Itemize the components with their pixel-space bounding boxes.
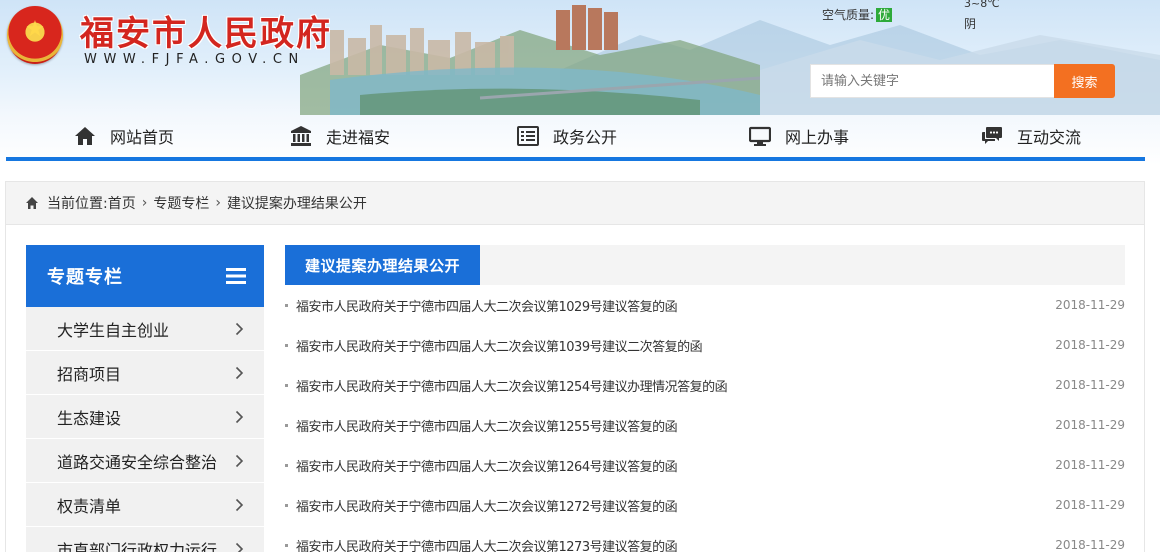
- article-date: 2018-11-29: [1055, 338, 1125, 352]
- sidebar-title: 专题专栏: [47, 267, 123, 288]
- nav-item-label: 互动交流: [1017, 128, 1082, 147]
- national-emblem-icon: [7, 6, 63, 64]
- breadcrumb: 当前位置: 首页 › 专题专栏 › 建议提案办理结果公开: [6, 182, 1144, 225]
- monitor-icon: [749, 126, 771, 146]
- sidebar-item-label: 市直部门行政权力运行: [57, 540, 218, 552]
- list-icon: [517, 126, 539, 146]
- nav-item-online-service[interactable]: 网上办事: [749, 121, 849, 151]
- bullet-icon: [285, 424, 288, 427]
- breadcrumb-separator-icon: ›: [215, 195, 221, 211]
- search-input[interactable]: [810, 64, 1055, 98]
- chevron-right-icon: [235, 322, 244, 335]
- menu-icon[interactable]: [226, 268, 246, 284]
- article-title-link[interactable]: 福安市人民政府关于宁德市四届人大二次会议第1255号建议答复的函: [296, 416, 678, 435]
- weather-description: 阴: [964, 17, 977, 31]
- nav-item-label: 网上办事: [785, 128, 850, 147]
- nav-item-label: 走进福安: [326, 128, 391, 147]
- article-date: 2018-11-29: [1055, 538, 1125, 552]
- nav-underline-bar: [6, 157, 1145, 161]
- bullet-icon: [285, 344, 288, 347]
- nav-item-interaction[interactable]: 互动交流: [981, 121, 1081, 151]
- breadcrumb-prefix: 当前位置:: [47, 196, 108, 212]
- chevron-right-icon: [235, 542, 244, 552]
- article-title-link[interactable]: 福安市人民政府关于宁德市四届人大二次会议第1039号建议二次答复的函: [296, 336, 703, 355]
- article-date: 2018-11-29: [1055, 458, 1125, 472]
- article-date: 2018-11-29: [1055, 498, 1125, 512]
- bullet-icon: [285, 464, 288, 467]
- sidebar-item-admin-power[interactable]: 市直部门行政权力运行: [26, 527, 264, 552]
- article-date: 2018-11-29: [1055, 378, 1125, 392]
- list-item[interactable]: 福安市人民政府关于宁德市四届人大二次会议第1254号建议办理情况答复的函 201…: [285, 365, 1125, 405]
- air-quality: 空气质量: 优: [822, 6, 893, 23]
- sidebar-item-investment[interactable]: 招商项目: [26, 351, 264, 395]
- list-item[interactable]: 福安市人民政府关于宁德市四届人大二次会议第1029号建议答复的函 2018-11…: [285, 285, 1125, 325]
- nav-item-about[interactable]: 走进福安: [290, 121, 390, 151]
- sidebar: 专题专栏 大学生自主创业 招商项目 生态建设 道路交通安全综合整治 权责清单 市…: [26, 245, 264, 552]
- sidebar-item-label: 招商项目: [57, 364, 122, 384]
- air-quality-level: 优: [876, 8, 893, 22]
- list-item[interactable]: 福安市人民政府关于宁德市四届人大二次会议第1255号建议答复的函 2018-11…: [285, 405, 1125, 445]
- list-item[interactable]: 福安市人民政府关于宁德市四届人大二次会议第1273号建议答复的函 2018-11…: [285, 525, 1125, 552]
- list-item[interactable]: 福安市人民政府关于宁德市四届人大二次会议第1264号建议答复的函 2018-11…: [285, 445, 1125, 485]
- content-header: 建议提案办理结果公开: [285, 245, 1125, 285]
- bullet-icon: [285, 384, 288, 387]
- breadcrumb-link-home[interactable]: 首页: [108, 193, 136, 213]
- nav-item-gov-affairs[interactable]: 政务公开: [517, 121, 617, 151]
- article-date: 2018-11-29: [1055, 298, 1125, 312]
- home-icon: [26, 197, 38, 209]
- chevron-right-icon: [235, 498, 244, 511]
- article-title-link[interactable]: 福安市人民政府关于宁德市四届人大二次会议第1029号建议答复的函: [296, 296, 678, 315]
- bank-icon: [291, 126, 311, 146]
- home-icon: [75, 127, 95, 145]
- sidebar-item-label: 大学生自主创业: [57, 320, 170, 340]
- article-title-link[interactable]: 福安市人民政府关于宁德市四届人大二次会议第1254号建议办理情况答复的函: [296, 376, 728, 395]
- article-title-link[interactable]: 福安市人民政府关于宁德市四届人大二次会议第1273号建议答复的函: [296, 536, 678, 552]
- sidebar-item-ecology[interactable]: 生态建设: [26, 395, 264, 439]
- content-title: 建议提案办理结果公开: [285, 245, 481, 285]
- breadcrumb-separator-icon: ›: [141, 195, 148, 211]
- air-quality-label: 空气质量:: [822, 8, 875, 22]
- sidebar-item-traffic-safety[interactable]: 道路交通安全综合整治: [26, 439, 264, 483]
- sidebar-item-entrepreneurship[interactable]: 大学生自主创业: [26, 307, 264, 351]
- sidebar-header: 专题专栏: [26, 245, 264, 307]
- list-item[interactable]: 福安市人民政府关于宁德市四届人大二次会议第1272号建议答复的函 2018-11…: [285, 485, 1125, 525]
- chevron-right-icon: [235, 454, 244, 467]
- bullet-icon: [285, 304, 288, 307]
- article-title-link[interactable]: 福安市人民政府关于宁德市四届人大二次会议第1272号建议答复的函: [296, 496, 678, 515]
- breadcrumb-link-current[interactable]: 建议提案办理结果公开: [227, 193, 367, 213]
- sidebar-item-label: 生态建设: [57, 408, 122, 428]
- site-title: 福安市人民政府: [80, 14, 332, 54]
- nav-item-home[interactable]: 网站首页: [74, 121, 174, 151]
- breadcrumb-link-special[interactable]: 专题专栏: [153, 193, 209, 213]
- chevron-right-icon: [235, 410, 244, 423]
- chat-icon: [982, 127, 1002, 144]
- main-nav: 网站首页 走进福安 政务公开 网上办事 互动交流: [0, 115, 1160, 159]
- content-area: 建议提案办理结果公开 福安市人民政府关于宁德市四届人大二次会议第1029号建议答…: [285, 245, 1125, 552]
- site-domain: WWW.FJFA.GOV.CN: [84, 52, 305, 67]
- chevron-right-icon: [235, 366, 244, 379]
- list-item[interactable]: 福安市人民政府关于宁德市四届人大二次会议第1039号建议二次答复的函 2018-…: [285, 325, 1125, 365]
- sidebar-item-label: 权责清单: [57, 496, 122, 516]
- nav-item-label: 网站首页: [110, 128, 175, 147]
- sidebar-item-label: 道路交通安全综合整治: [57, 452, 218, 472]
- bullet-icon: [285, 544, 288, 547]
- nav-item-label: 政务公开: [553, 128, 618, 147]
- article-date: 2018-11-29: [1055, 418, 1125, 432]
- bullet-icon: [285, 504, 288, 507]
- sidebar-item-power-list[interactable]: 权责清单: [26, 483, 264, 527]
- main-panel: 当前位置: 首页 › 专题专栏 › 建议提案办理结果公开 专题专栏 大学生自主创…: [5, 181, 1145, 552]
- search-button[interactable]: 搜索: [1054, 64, 1115, 98]
- article-title-link[interactable]: 福安市人民政府关于宁德市四届人大二次会议第1264号建议答复的函: [296, 456, 678, 475]
- weather-temperature: 3~8℃: [964, 0, 1000, 10]
- article-list: 福安市人民政府关于宁德市四届人大二次会议第1029号建议答复的函 2018-11…: [285, 285, 1125, 552]
